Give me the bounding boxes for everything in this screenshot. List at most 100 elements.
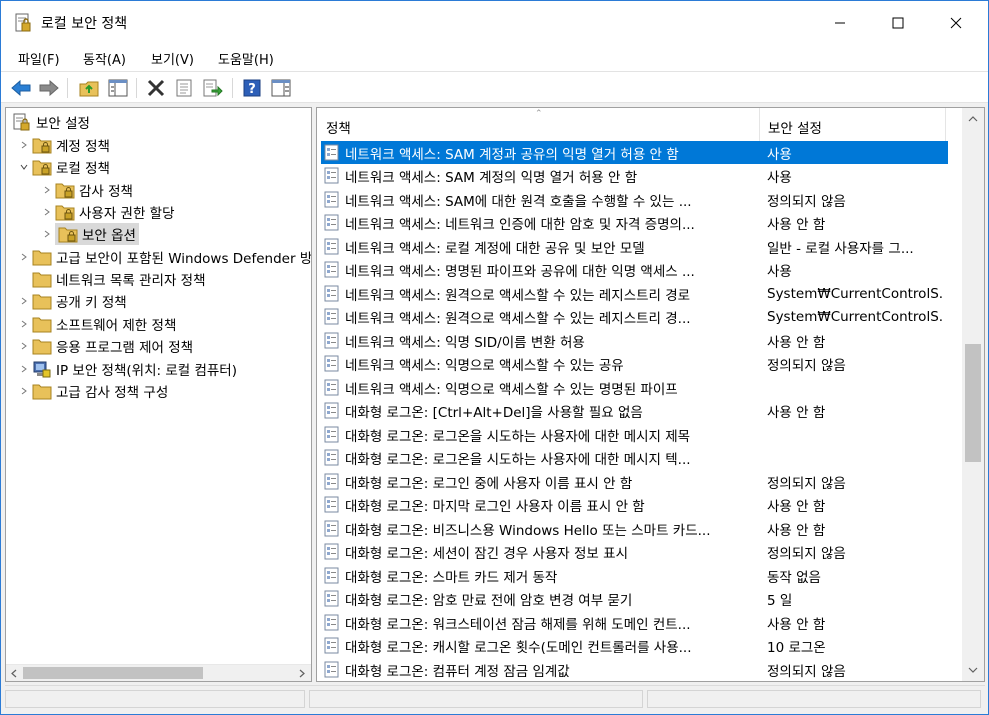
toolbar-separator [67, 78, 68, 98]
show-hide-tree-button[interactable] [107, 77, 129, 99]
close-button[interactable] [927, 1, 985, 45]
table-row[interactable]: 네트워크 액세스: SAM에 대한 원격 호출을 수행할 수 있는 ... 정의되… [321, 188, 948, 211]
up-one-level-button[interactable] [78, 77, 100, 99]
tree-item-label: 로컬 정책 [56, 161, 110, 177]
policy-setting-icon [324, 355, 339, 372]
locked-folder-icon [55, 183, 75, 199]
table-row[interactable]: 네트워크 액세스: 원격으로 액세스할 수 있는 레지스트리 경로 System₩… [321, 282, 948, 305]
tree-item-network-list-manager[interactable]: 네트워크 목록 관리자 정책 [16, 268, 206, 290]
action-pane-button[interactable] [270, 77, 292, 99]
policy-setting-icon [324, 332, 339, 348]
tree-item-advanced-audit[interactable]: 고급 감사 정책 구성 [16, 380, 168, 402]
forward-button[interactable] [38, 77, 60, 99]
security-setting-value: 5 일 [767, 593, 793, 609]
scroll-up-icon[interactable] [962, 110, 984, 128]
sort-ascending-icon: ⌃ [535, 109, 543, 119]
table-row[interactable]: 대화형 로그온: 로그온을 시도하는 사용자에 대한 메시지 제목 [321, 423, 948, 446]
chevron-right-icon[interactable] [16, 383, 32, 399]
chevron-right-icon[interactable] [16, 316, 32, 332]
delete-icon [147, 79, 165, 97]
export-list-button[interactable] [202, 77, 224, 99]
table-row[interactable]: 대화형 로그온: 마지막 로그인 사용자 이름 표시 안 함 사용 안 함 [321, 494, 948, 517]
menu-file[interactable]: 파일(F) [18, 49, 60, 68]
chevron-right-icon[interactable] [16, 361, 32, 377]
folder-icon [32, 272, 52, 288]
security-setting-value: 정의되지 않음 [767, 546, 846, 562]
tree-item-label: 고급 감사 정책 구성 [56, 385, 169, 401]
tree-item-defender-firewall[interactable]: 고급 보안이 포함된 Windows Defender 방화벽 [16, 246, 311, 268]
chevron-right-icon[interactable] [16, 338, 32, 354]
list-vertical-scrollbar[interactable] [962, 108, 984, 681]
chevron-right-icon[interactable] [16, 137, 32, 153]
scroll-left-icon[interactable] [10, 669, 18, 678]
menu-action[interactable]: 동작(A) [83, 49, 126, 68]
policy-name: 네트워크 액세스: 익명으로 액세스할 수 있는 공유 [345, 358, 624, 374]
table-row[interactable]: 네트워크 액세스: 로컬 계정에 대한 공유 및 보안 모델 일반 - 로컬 사용… [321, 235, 948, 258]
tree-item-local-policy[interactable]: 로컬 정책 [16, 156, 110, 178]
policy-setting-icon [324, 567, 339, 583]
scrollbar-thumb[interactable] [965, 344, 981, 462]
table-row[interactable]: 네트워크 액세스: SAM 계정의 익명 열거 허용 안 함 사용 [321, 165, 948, 188]
policy-setting-icon [324, 449, 339, 466]
chevron-right-icon[interactable] [39, 204, 55, 220]
table-row[interactable]: 대화형 로그온: 로그온을 시도하는 사용자에 대한 메시지 텍... [321, 447, 948, 470]
security-setting-value: 사용 안 함 [767, 616, 826, 633]
policy-setting-icon [324, 520, 339, 536]
table-row[interactable]: 대화형 로그온: 비즈니스용 Windows Hello 또는 스마트 카드..… [321, 517, 948, 540]
policy-setting-icon [324, 473, 339, 489]
column-divider[interactable] [759, 108, 760, 141]
back-button[interactable] [10, 77, 32, 99]
chevron-right-icon[interactable] [39, 182, 55, 198]
column-header-policy[interactable]: 정책 [326, 117, 351, 137]
tree-item-public-key[interactable]: 공개 키 정책 [16, 290, 127, 312]
folder-icon [32, 339, 52, 355]
policy-name: 대화형 로그온: 로그온을 시도하는 사용자에 대한 메시지 제목 [345, 428, 691, 445]
table-row[interactable]: 대화형 로그온: 스마트 카드 제거 동작 동작 없음 [321, 564, 948, 587]
table-row[interactable]: 네트워크 액세스: 익명 SID/이름 변환 허용 사용 안 함 [321, 329, 948, 352]
tree-item-security-options[interactable]: 보안 옵션 [39, 223, 139, 245]
table-row[interactable]: 네트워크 액세스: 익명으로 액세스할 수 있는 공유 정의되지 않음 [321, 353, 948, 376]
menu-help[interactable]: 도움말(H) [218, 49, 274, 68]
minimize-button[interactable] [811, 1, 869, 45]
tree-item-security-settings[interactable]: 보안 설정 [12, 111, 90, 133]
forward-arrow-icon [39, 80, 59, 96]
menu-view[interactable]: 보기(V) [151, 49, 194, 68]
table-row[interactable]: 네트워크 액세스: 익명으로 액세스할 수 있는 명명된 파이프 [321, 376, 948, 399]
security-setting-value: 일반 - 로컬 사용자를 그... [767, 240, 914, 257]
tree-item-ip-security[interactable]: IP 보안 정책(위치: 로컬 컴퓨터) [16, 358, 237, 380]
table-row[interactable]: 네트워크 액세스: SAM 계정과 공유의 익명 열거 허용 안 함 사용 [321, 141, 948, 164]
table-row[interactable]: 대화형 로그온: 워크스테이션 잠금 해제를 위해 도메인 컨트... 사용 안 … [321, 611, 948, 634]
tree-item-app-control[interactable]: 응용 프로그램 제어 정책 [16, 335, 193, 357]
maximize-button[interactable] [869, 1, 927, 45]
delete-button[interactable] [145, 77, 167, 99]
column-divider[interactable] [945, 108, 946, 141]
help-button[interactable]: ? [241, 77, 263, 99]
tree-item-audit-policy[interactable]: 감사 정책 [39, 179, 133, 201]
tree-horizontal-scrollbar[interactable] [6, 664, 311, 681]
scroll-right-icon[interactable] [298, 669, 306, 678]
menu-bar: 파일(F) 동작(A) 보기(V) 도움말(H) [1, 45, 988, 71]
security-policy-app-icon [15, 13, 31, 32]
scrollbar-thumb[interactable] [23, 667, 203, 679]
table-row[interactable]: 대화형 로그온: 로그인 중에 사용자 이름 표시 안 함 정의되지 않음 [321, 470, 948, 493]
table-row[interactable]: 대화형 로그온: [Ctrl+Alt+Del]을 사용할 필요 없음 사용 안 함 [321, 400, 948, 423]
properties-button[interactable] [173, 77, 195, 99]
table-row[interactable]: 대화형 로그온: 컴퓨터 계정 잠금 임계값 정의되지 않음 [321, 658, 948, 681]
scroll-down-icon[interactable] [962, 661, 984, 679]
navigation-tree: 보안 설정 계정 정책 로컬 정책 감사 정책 사용자 권한 할당 보안 옵션 … [5, 107, 312, 682]
action-pane-icon [271, 79, 291, 97]
table-row[interactable]: 네트워크 액세스: 원격으로 액세스할 수 있는 레지스트리 경... Syste… [321, 306, 948, 329]
table-row[interactable]: 네트워크 액세스: 명명된 파이프와 공유에 대한 익명 액세스 ... 사용 [321, 259, 948, 282]
chevron-right-icon[interactable] [16, 249, 32, 265]
chevron-right-icon[interactable] [16, 293, 32, 309]
chevron-down-icon[interactable] [16, 159, 32, 175]
tree-item-software-restriction[interactable]: 소프트웨어 제한 정책 [16, 313, 176, 335]
table-row[interactable]: 대화형 로그온: 세션이 잠긴 경우 사용자 정보 표시 정의되지 않음 [321, 541, 948, 564]
table-row[interactable]: 네트워크 액세스: 네트워크 인증에 대한 암호 및 자격 증명의... 사용 안… [321, 212, 948, 235]
chevron-right-icon[interactable] [39, 226, 55, 242]
table-row[interactable]: 대화형 로그온: 캐시할 로그온 횟수(도메인 컨트롤러를 사용... 10 로그… [321, 635, 948, 658]
table-row[interactable]: 대화형 로그온: 암호 만료 전에 암호 변경 여부 묻기 5 일 [321, 588, 948, 611]
column-header-setting[interactable]: 보안 설정 [768, 117, 822, 137]
tree-item-account-policy[interactable]: 계정 정책 [16, 134, 110, 156]
tree-item-user-rights[interactable]: 사용자 권한 할당 [39, 201, 175, 223]
